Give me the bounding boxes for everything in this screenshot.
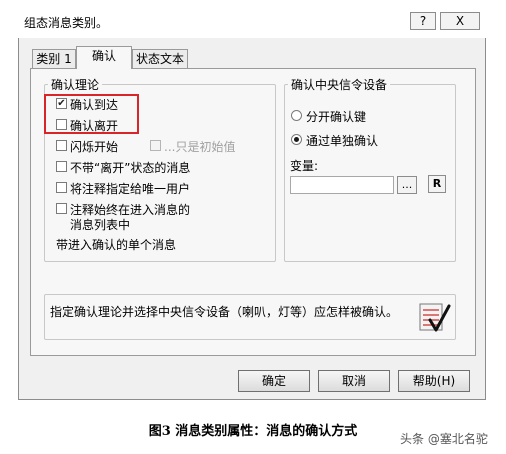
checklist-icon — [419, 300, 451, 334]
browse-button[interactable]: ... — [397, 176, 417, 194]
variable-input[interactable] — [290, 176, 394, 194]
ack-group-footer: 带进入确认的单个消息 — [56, 238, 177, 252]
r-button[interactable]: R — [428, 175, 446, 193]
separate-key-label: 分开确认键 — [306, 110, 367, 124]
assign-user-label: 将注释指定给唯一用户 — [70, 182, 191, 196]
initial-only-label: ...只是初始值 — [164, 140, 236, 154]
central-device-legend: 确认中央信令设备 — [288, 76, 391, 93]
tab-acknowledge[interactable]: 确认 — [76, 46, 132, 69]
ack-leave-label: 确认离开 — [70, 119, 119, 133]
no-leave-state-label: 不带“离开”状态的消息 — [70, 161, 191, 175]
flash-start-checkbox[interactable] — [56, 140, 67, 151]
close-button[interactable]: X — [440, 12, 480, 30]
comment-list-label-line2: 消息列表中 — [70, 218, 131, 232]
no-leave-state-checkbox[interactable] — [56, 161, 67, 172]
comment-list-checkbox[interactable] — [56, 203, 67, 214]
tab-category[interactable]: 类别 1 — [32, 49, 76, 68]
info-text: 指定确认理论并选择中央信令设备（喇叭，灯等）应怎样被确认。 — [50, 305, 399, 319]
initial-only-checkbox[interactable] — [150, 140, 161, 151]
tab-status-text[interactable]: 状态文本 — [132, 49, 188, 68]
dialog-title: 组态消息类别。 — [24, 16, 109, 30]
separate-key-radio[interactable] — [291, 110, 302, 121]
ack-arrive-label: 确认到达 — [70, 98, 119, 112]
cancel-button[interactable]: 取消 — [318, 370, 390, 392]
watermark: 头条 @塞北名驼 — [400, 432, 488, 446]
single-ack-label: 通过单独确认 — [306, 134, 379, 148]
ack-arrive-checkbox[interactable]: ✔ — [56, 98, 67, 109]
ok-button[interactable]: 确定 — [238, 370, 310, 392]
ack-theory-legend: 确认理论 — [48, 76, 103, 93]
variable-label: 变量: — [290, 159, 319, 173]
single-ack-radio[interactable] — [291, 134, 302, 145]
assign-user-checkbox[interactable] — [56, 182, 67, 193]
help-button[interactable]: 帮助(H) — [398, 370, 470, 392]
ack-leave-checkbox[interactable] — [56, 119, 67, 130]
help-title-button[interactable]: ? — [410, 12, 436, 30]
flash-start-label: 闪烁开始 — [70, 140, 119, 154]
